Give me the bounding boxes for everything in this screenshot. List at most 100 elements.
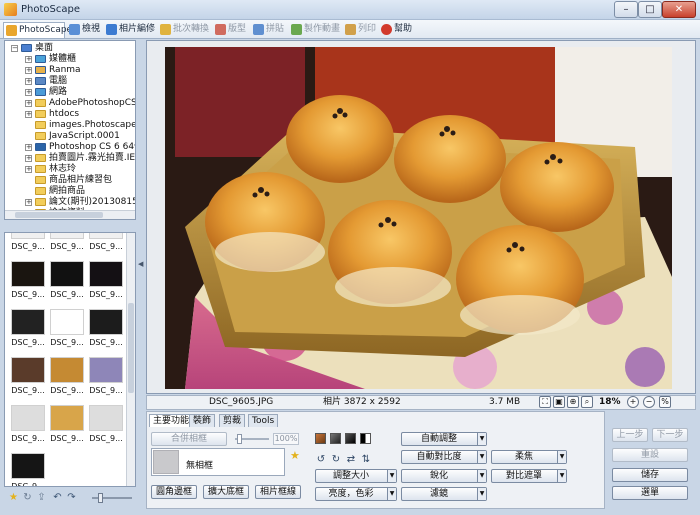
- backlight-button[interactable]: 對比遮罩 ▼: [491, 469, 567, 483]
- thumbnail-item[interactable]: DSC_9...: [87, 261, 125, 309]
- rotate-right-icon[interactable]: ↻: [330, 454, 342, 466]
- star-icon[interactable]: ★: [8, 492, 19, 503]
- refresh-icon[interactable]: ↻: [22, 492, 33, 503]
- redo-button[interactable]: 下一步: [652, 428, 688, 442]
- enlarge-canvas-button[interactable]: 擴大底框: [203, 485, 249, 499]
- dropdown-arrow-icon[interactable]: ▼: [557, 451, 566, 463]
- zoom-tool-icon[interactable]: ⌕: [581, 396, 593, 408]
- rotate-right-icon[interactable]: ↷: [66, 492, 77, 503]
- thumbnail-item[interactable]: DSC_9...: [9, 357, 47, 405]
- undo-button[interactable]: 上一步: [612, 428, 648, 442]
- thumbnail-item[interactable]: DSC_9...: [87, 233, 125, 261]
- color-swatch-black[interactable]: [345, 433, 356, 444]
- expand-icon[interactable]: +: [25, 89, 32, 96]
- tab-print[interactable]: 列印: [343, 22, 377, 38]
- color-swatch-gray[interactable]: [330, 433, 341, 444]
- thumbnail-item[interactable]: DSC_9...: [48, 405, 86, 453]
- tab-help[interactable]: 幫助: [379, 22, 413, 38]
- dropdown-arrow-icon[interactable]: ▼: [477, 451, 486, 463]
- tab-photoscape[interactable]: PhotoScape: [3, 22, 72, 38]
- thumbnail-item[interactable]: DSC_9...: [48, 309, 86, 357]
- flip-horizontal-icon[interactable]: ⇄: [345, 454, 357, 466]
- thumbnail-item[interactable]: DSC_9...: [9, 453, 47, 486]
- image-viewer[interactable]: [146, 40, 696, 394]
- folder-up-icon[interactable]: ⇪: [36, 492, 47, 503]
- tab-page[interactable]: 版型: [213, 22, 249, 38]
- slider-knob[interactable]: [98, 493, 103, 503]
- thumbnail-item[interactable]: DSC_9...: [87, 309, 125, 357]
- thumbnail-item[interactable]: DSC_9...: [9, 405, 47, 453]
- collapse-left-panel-icon[interactable]: ◀: [138, 260, 143, 280]
- thumbnail-panel[interactable]: DSC_9... DSC_9... DSC_9... DSC_9... DSC_9...…: [4, 232, 136, 487]
- expand-icon[interactable]: +: [25, 56, 32, 63]
- save-button[interactable]: 儲存: [612, 468, 688, 482]
- tab-object[interactable]: 裝飾: [189, 414, 216, 427]
- tab-batch[interactable]: 批次轉換: [158, 22, 210, 38]
- brightness-color-button[interactable]: 亮度，色彩 ▼: [315, 487, 397, 501]
- actual-size-icon[interactable]: ▣: [553, 396, 565, 408]
- auto-level-button[interactable]: 自動調整 ▼: [401, 432, 487, 446]
- scroll-thumb[interactable]: [15, 212, 103, 218]
- thumbnail-item[interactable]: DSC_9...: [9, 309, 47, 357]
- zoom-out-icon[interactable]: −: [643, 396, 655, 408]
- expand-icon[interactable]: +: [25, 111, 32, 118]
- expand-icon[interactable]: +: [25, 144, 32, 151]
- resize-button[interactable]: 調整大小 ▼: [315, 469, 397, 483]
- thumbnail-item[interactable]: DSC_9...: [87, 357, 125, 405]
- dropdown-arrow-icon[interactable]: ▼: [477, 470, 486, 482]
- expand-icon[interactable]: +: [25, 78, 32, 85]
- slider-knob[interactable]: [237, 434, 242, 444]
- thumbnail-item[interactable]: DSC_9...: [48, 261, 86, 309]
- sharpen-button[interactable]: 銳化 ▼: [401, 469, 487, 483]
- maximize-button[interactable]: □: [638, 1, 662, 18]
- photo-frame-button[interactable]: 相片框線: [255, 485, 301, 499]
- merge-frame-button[interactable]: 合併相框: [151, 432, 227, 446]
- folder-tree[interactable]: − 桌面 + 媒體櫃 + Ranma + 電腦 + 網路 + AdobePhotoshopCS6 + ht…: [4, 40, 136, 220]
- tab-tools[interactable]: Tools: [248, 414, 279, 427]
- tree-horizontal-scrollbar[interactable]: [5, 210, 135, 219]
- expand-icon[interactable]: +: [25, 166, 32, 173]
- zoom-in-icon[interactable]: +: [627, 396, 639, 408]
- dropdown-arrow-icon[interactable]: ▼: [387, 488, 396, 500]
- dropdown-arrow-icon[interactable]: ▼: [557, 470, 566, 482]
- frame-dropdown[interactable]: 無相框: [151, 448, 285, 476]
- auto-contrast-button[interactable]: 自動對比度 ▼: [401, 450, 487, 464]
- thumbnail-item[interactable]: DSC_9...: [87, 405, 125, 453]
- expand-icon[interactable]: +: [25, 67, 32, 74]
- opacity-slider[interactable]: [235, 434, 269, 444]
- fit-screen-icon[interactable]: ⛶: [539, 396, 551, 408]
- thumbnail-vertical-scrollbar[interactable]: [126, 233, 135, 486]
- collapse-icon[interactable]: −: [11, 45, 18, 52]
- expand-icon[interactable]: +: [25, 155, 32, 162]
- tab-crop[interactable]: 剪裁: [219, 414, 246, 427]
- thumbnail-item[interactable]: DSC_9...: [48, 357, 86, 405]
- color-swatch-brown[interactable]: [315, 433, 326, 444]
- tab-combine[interactable]: 拼貼: [251, 22, 287, 38]
- thumbnail-item[interactable]: DSC_9...: [9, 261, 47, 309]
- tab-home[interactable]: 主要功能: [149, 414, 194, 427]
- expand-icon[interactable]: +: [25, 100, 32, 107]
- reset-button[interactable]: 重設: [612, 448, 688, 462]
- round-frame-button[interactable]: 圓角邊框: [151, 485, 197, 499]
- thumbnail-item[interactable]: DSC_9...: [48, 233, 86, 261]
- zoom-fit-icon[interactable]: ⊕: [567, 396, 579, 408]
- color-swatch-invert[interactable]: [360, 433, 371, 444]
- minimize-button[interactable]: –: [614, 1, 638, 18]
- tab-viewer[interactable]: 檢視: [67, 22, 103, 38]
- tab-animated-gif[interactable]: 製作動畫: [289, 22, 341, 38]
- filter-button[interactable]: 濾鏡 ▼: [401, 487, 487, 501]
- dropdown-arrow-icon[interactable]: ▼: [477, 433, 486, 445]
- zoom-percent-icon[interactable]: %: [659, 396, 671, 408]
- dropdown-arrow-icon[interactable]: ▼: [387, 470, 396, 482]
- scroll-thumb[interactable]: [128, 303, 134, 393]
- soften-button[interactable]: 柔焦 ▼: [491, 450, 567, 464]
- menu-button[interactable]: 選單: [612, 486, 688, 500]
- tab-editor[interactable]: 相片編修: [104, 22, 156, 38]
- close-button[interactable]: ✕: [662, 1, 696, 18]
- expand-icon[interactable]: +: [25, 199, 32, 206]
- thumbnail-item[interactable]: DSC_9...: [9, 233, 47, 261]
- rotate-left-icon[interactable]: ↶: [52, 492, 63, 503]
- flip-vertical-icon[interactable]: ⇅: [360, 454, 372, 466]
- favorite-star-icon[interactable]: ★: [290, 449, 300, 462]
- dropdown-arrow-icon[interactable]: ▼: [477, 488, 486, 500]
